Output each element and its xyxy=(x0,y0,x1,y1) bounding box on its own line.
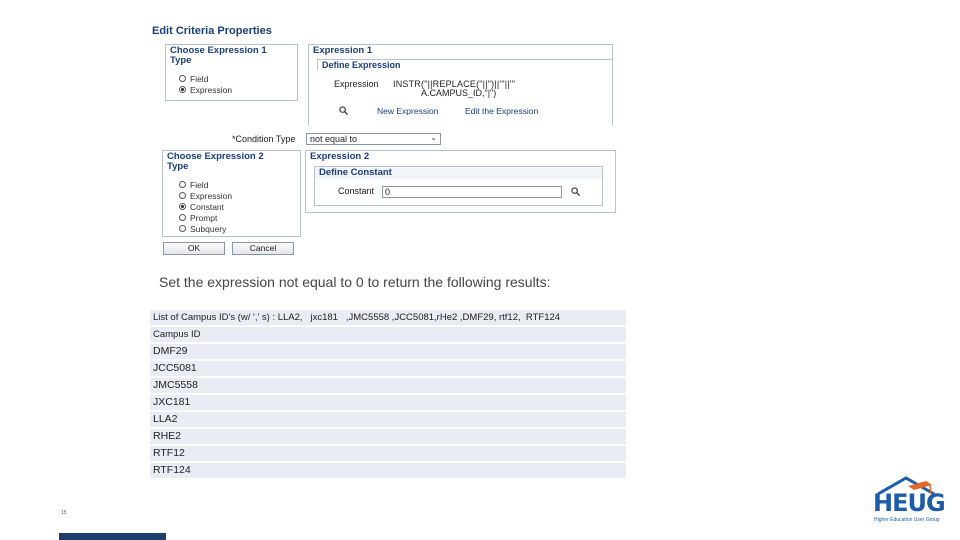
results-column-header: Campus ID xyxy=(150,327,626,342)
radio-label: Constant xyxy=(190,201,225,212)
slide-number: 15 xyxy=(61,510,67,516)
expr1-type-options: Field Expression xyxy=(179,73,232,95)
table-row: RTF124 xyxy=(150,463,626,478)
expr2-type-header: Choose Expression 2 Type xyxy=(163,151,283,173)
table-row: JMC5558 xyxy=(150,378,626,393)
edit-expression-link[interactable]: Edit the Expression xyxy=(465,106,538,116)
radio-button-icon[interactable] xyxy=(179,225,186,232)
heug-logo: HEUG Higher Education User Group xyxy=(868,474,946,530)
ok-button[interactable]: OK xyxy=(163,242,225,255)
radio-label: Expression xyxy=(190,190,233,201)
cancel-button[interactable]: Cancel xyxy=(232,242,294,255)
expression-label: Expression xyxy=(334,79,379,89)
expr1-type-header: Choose Expression 1 Type xyxy=(166,45,284,67)
radio-label: Subquery xyxy=(190,223,227,234)
radio-button-icon[interactable] xyxy=(179,181,186,188)
lookup-icon[interactable] xyxy=(571,187,580,196)
table-row: JXC181 xyxy=(150,395,626,410)
search-icon[interactable] xyxy=(339,106,348,115)
radio-label: Prompt xyxy=(190,212,218,223)
constant-input[interactable]: 0 xyxy=(382,186,562,198)
expr2-type-radio-prompt[interactable]: Prompt xyxy=(179,212,232,223)
radio-label: Expression xyxy=(190,84,233,95)
expr2-type-radio-expression[interactable]: Expression xyxy=(179,190,232,201)
condition-type-select[interactable]: not equal to ⌄ xyxy=(306,133,441,145)
new-expression-link[interactable]: New Expression xyxy=(377,106,438,116)
table-row: DMF29 xyxy=(150,344,626,359)
radio-label: Field xyxy=(190,73,209,84)
expr1-header: Expression 1 xyxy=(309,45,612,57)
expr2-type-options: Field Expression Constant Prompt Subquery xyxy=(179,179,232,234)
logo-text: HEUG xyxy=(873,489,946,517)
expr2-type-radio-constant[interactable]: Constant xyxy=(179,201,232,212)
constant-label: Constant xyxy=(338,186,375,196)
expr1-group: Expression 1 Define Expression Expressio… xyxy=(308,44,613,125)
define-expression-header: Define Expression xyxy=(322,60,401,70)
expr2-group: Expression 2 Define Constant Constant 0 xyxy=(305,150,616,213)
radio-button-icon[interactable] xyxy=(179,203,186,210)
footer-bar xyxy=(59,533,166,540)
radio-button-icon[interactable] xyxy=(179,86,186,93)
expr2-header: Expression 2 xyxy=(306,151,615,163)
slide-caption: Set the expression not equal to 0 to ret… xyxy=(159,274,551,290)
expr2-type-radio-subquery[interactable]: Subquery xyxy=(179,223,232,234)
table-row: JCC5081 xyxy=(150,361,626,376)
expr2-type-radio-field[interactable]: Field xyxy=(179,179,232,190)
expr2-type-group: Choose Expression 2 Type Field Expression… xyxy=(162,150,301,237)
table-row: RTF12 xyxy=(150,446,626,461)
radio-button-icon[interactable] xyxy=(179,192,186,199)
condition-type-label: *Condition Type xyxy=(232,134,296,144)
expr1-type-radio-expression[interactable]: Expression xyxy=(179,84,232,95)
dialog-title: Edit Criteria Properties xyxy=(152,25,272,37)
condition-type-value: not equal to xyxy=(310,134,358,144)
radio-label: Field xyxy=(190,179,209,190)
define-constant-box: Define Constant Constant 0 xyxy=(314,166,603,206)
table-row: LLA2 xyxy=(150,412,626,427)
expr1-type-radio-field[interactable]: Field xyxy=(179,73,232,84)
chevron-down-icon: ⌄ xyxy=(430,133,437,142)
table-row: RHE2 xyxy=(150,429,626,444)
define-constant-header: Define Constant xyxy=(315,167,602,179)
results-summary: List of Campus ID's (w/ ',' s) : LLA2, j… xyxy=(150,310,626,325)
radio-button-icon[interactable] xyxy=(179,214,186,221)
radio-button-icon[interactable] xyxy=(179,75,186,82)
define-expression-box: Define Expression xyxy=(317,59,612,70)
logo-tagline: Higher Education User Group xyxy=(874,517,940,523)
expression-value-line2: A.CAMPUS_ID,"|") xyxy=(421,88,497,98)
expr1-type-group: Choose Expression 1 Type Field Expression xyxy=(165,44,298,101)
constant-value: 0 xyxy=(385,187,391,197)
